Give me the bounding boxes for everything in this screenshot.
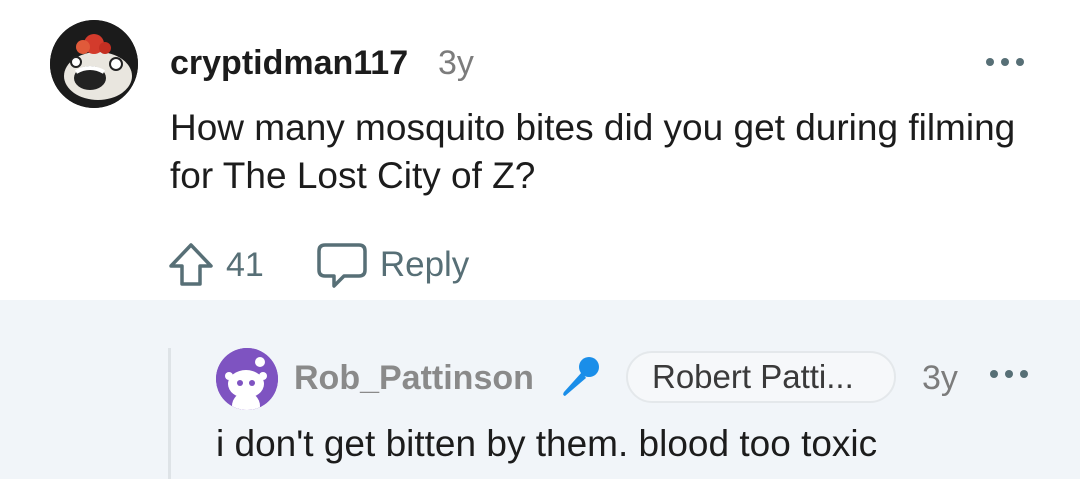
reply-comment: Rob_Pattinson Robert Patti... 3y i don't… bbox=[0, 300, 1080, 479]
more-options-icon bbox=[990, 358, 1034, 390]
top-comment: cryptidman117 3y How many mosquito bites… bbox=[0, 0, 1080, 300]
reply-more-options-button[interactable] bbox=[990, 358, 1034, 390]
reply-label: Reply bbox=[379, 245, 470, 284]
thread-line[interactable] bbox=[168, 348, 171, 479]
more-options-button[interactable] bbox=[986, 46, 1030, 78]
comment-body: How many mosquito bites did you get duri… bbox=[170, 107, 1016, 196]
comment-username[interactable]: cryptidman117 bbox=[170, 40, 408, 86]
reply-avatar[interactable] bbox=[216, 348, 278, 410]
upvote-button[interactable]: 41 bbox=[166, 240, 264, 290]
comment-actions: 41 Reply bbox=[166, 238, 469, 292]
more-options-icon bbox=[986, 46, 1030, 78]
upvote-icon bbox=[169, 243, 213, 286]
reply-username[interactable]: Rob_Pattinson bbox=[294, 356, 534, 400]
vote-count: 41 bbox=[226, 245, 264, 284]
microphone-icon bbox=[556, 352, 604, 400]
comment-age: 3y bbox=[438, 44, 474, 82]
reply-age: 3y bbox=[922, 359, 958, 397]
user-flair-badge[interactable]: Robert Patti... bbox=[626, 351, 896, 403]
reply-body: i don't get bitten by them. blood too to… bbox=[216, 423, 878, 464]
reply-bubble-icon bbox=[317, 243, 367, 288]
reply-button[interactable]: Reply bbox=[316, 240, 469, 290]
avatar[interactable] bbox=[50, 20, 138, 108]
